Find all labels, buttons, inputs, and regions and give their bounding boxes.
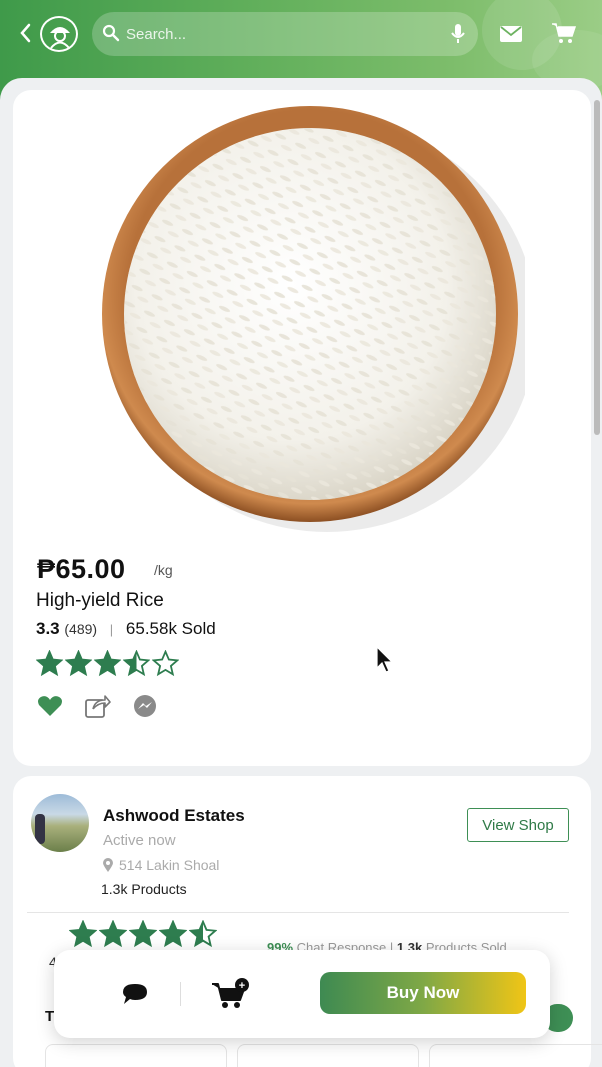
mouse-cursor-icon [376,646,394,673]
product-stats: 3.3 (489) | 65.58k Sold [36,619,216,639]
stats-separator: | [109,622,114,637]
product-thumbnail[interactable] [237,1044,419,1067]
price-unit: /kg [154,562,173,578]
app-logo[interactable] [40,16,78,52]
star-half-icon [189,920,217,948]
mail-icon[interactable] [500,26,522,42]
related-products-row [45,1044,602,1067]
product-thumbnail[interactable] [429,1044,602,1067]
bottom-action-bar: + Buy Now [54,950,550,1038]
farmer-logo-icon [50,27,70,49]
product-star-rating [36,650,179,677]
divider [27,912,569,913]
heart-icon[interactable] [37,695,63,717]
shop-avatar[interactable] [31,794,89,852]
cart-plus-icon: + [212,978,249,1008]
star-filled-icon [159,920,187,948]
sold-count: 65.58k Sold [125,619,216,638]
bar-separator [180,982,181,1006]
buy-now-button[interactable]: Buy Now [320,972,526,1014]
microphone-icon[interactable] [450,23,466,45]
product-name: High-yield Rice [36,590,164,611]
messenger-icon[interactable] [133,694,157,718]
chevron-left-icon [20,23,31,43]
shop-location-text: 514 Lakin Shoal [119,857,220,873]
scrollbar[interactable] [594,100,600,435]
star-filled-icon [129,920,157,948]
product-thumbnail[interactable] [45,1044,227,1067]
star-filled-icon [69,920,97,948]
shop-products-count: 1.3k Products [101,881,187,897]
avatar-person [35,814,45,844]
shop-status: Active now [103,832,176,849]
search-bar[interactable] [92,12,478,56]
cart-icon[interactable] [552,22,576,44]
rating-count: (489) [64,621,98,637]
location-pin-icon [103,858,113,872]
star-half-icon [123,650,150,677]
search-icon [102,24,120,42]
product-price: ₱65.00 [37,554,126,584]
star-filled-icon [36,650,63,677]
shop-star-rating [69,920,217,948]
view-shop-button[interactable]: View Shop [467,808,569,842]
add-to-cart-button[interactable]: + [212,978,252,1015]
shop-name: Ashwood Estates [103,806,245,825]
back-button[interactable] [18,22,38,46]
section-heading: T [45,1008,55,1025]
product-rating: 3.3 [36,619,60,638]
star-filled-icon [94,650,121,677]
product-card: ₱65.00 /kg High-yield Rice 3.3 (489) | 6… [13,90,591,766]
cart-badge: + [239,980,245,992]
search-input[interactable] [126,22,426,46]
share-icon[interactable] [85,694,111,718]
star-filled-icon [99,920,127,948]
product-image[interactable] [95,104,537,534]
rice-bowl-image [102,106,537,532]
star-empty-icon [152,650,179,677]
chat-icon[interactable] [122,982,148,1006]
product-actions [37,694,157,718]
shop-location: 514 Lakin Shoal [103,857,219,873]
star-filled-icon [65,650,92,677]
